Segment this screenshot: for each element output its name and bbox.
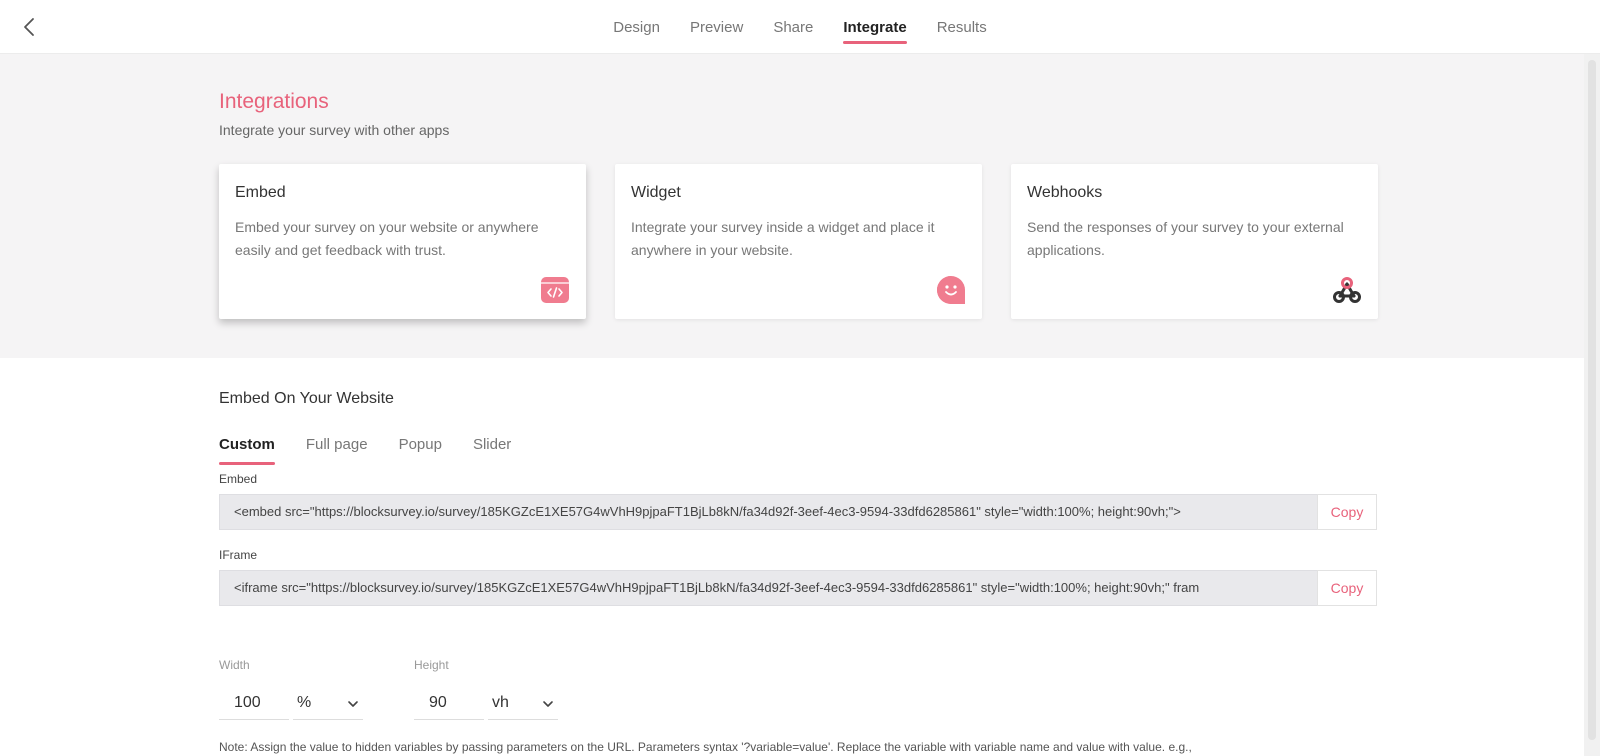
tab-popup[interactable]: Popup — [399, 436, 442, 466]
hidden-variables-note: Note: Assign the value to hidden variabl… — [219, 740, 1192, 754]
nav-tabs: Design Preview Share Integrate Results — [0, 0, 1600, 54]
integration-card-webhooks[interactable]: Webhooks Send the responses of your surv… — [1011, 164, 1378, 319]
integrations-panel: Integrations Integrate your survey with … — [0, 54, 1584, 358]
iframe-label: IFrame — [219, 548, 258, 562]
integration-card-widget[interactable]: Widget Integrate your survey inside a wi… — [615, 164, 982, 319]
integration-card-embed[interactable]: Embed Embed your survey on your website … — [219, 164, 586, 319]
page-subtitle: Integrate your survey with other apps — [219, 122, 450, 138]
iframe-code-field[interactable]: <iframe src="https://blocksurvey.io/surv… — [219, 570, 1317, 606]
card-title: Webhooks — [1027, 184, 1103, 201]
chevron-down-icon — [348, 701, 358, 707]
height-unit-select[interactable]: vh — [488, 690, 558, 720]
smiley-chat-icon — [937, 276, 965, 304]
embed-label: Embed — [219, 472, 258, 486]
card-title: Widget — [631, 184, 681, 201]
tab-preview[interactable]: Preview — [675, 0, 758, 54]
iframe-code-row: <iframe src="https://blocksurvey.io/surv… — [219, 570, 1377, 606]
tab-share[interactable]: Share — [758, 0, 828, 54]
embed-code-field[interactable]: <embed src="https://blocksurvey.io/surve… — [219, 494, 1317, 530]
tab-slider[interactable]: Slider — [473, 436, 511, 466]
width-label: Width — [219, 658, 250, 672]
copy-iframe-button[interactable]: Copy — [1317, 570, 1377, 606]
tab-design[interactable]: Design — [598, 0, 675, 54]
card-title: Embed — [235, 184, 286, 201]
webhook-icon — [1333, 277, 1361, 303]
tab-custom[interactable]: Custom — [219, 436, 275, 466]
card-description: Integrate your survey inside a widget an… — [631, 219, 935, 258]
top-nav-bar: Design Preview Share Integrate Results — [0, 0, 1600, 54]
section-title: Embed On Your Website — [219, 390, 394, 407]
height-input[interactable]: 90 — [414, 690, 484, 720]
embed-type-tabs: Custom Full page Popup Slider — [219, 436, 542, 466]
height-unit-value: vh — [492, 694, 509, 711]
embed-code-row: <embed src="https://blocksurvey.io/surve… — [219, 494, 1377, 530]
height-label: Height — [414, 658, 449, 672]
tab-results[interactable]: Results — [922, 0, 1002, 54]
scrollbar-thumb[interactable] — [1588, 60, 1596, 740]
page-scrollbar[interactable] — [1584, 54, 1600, 756]
width-unit-value: % — [297, 694, 312, 711]
code-window-icon — [541, 277, 569, 303]
width-unit-select[interactable]: % — [293, 690, 363, 720]
tab-integrate[interactable]: Integrate — [828, 0, 921, 54]
card-description: Embed your survey on your website or any… — [235, 219, 539, 258]
page-title: Integrations — [219, 90, 329, 113]
card-description: Send the responses of your survey to you… — [1027, 219, 1344, 258]
chevron-down-icon — [543, 701, 553, 707]
width-input[interactable]: 100 — [219, 690, 289, 720]
copy-embed-button[interactable]: Copy — [1317, 494, 1377, 530]
tab-full-page[interactable]: Full page — [306, 436, 368, 466]
